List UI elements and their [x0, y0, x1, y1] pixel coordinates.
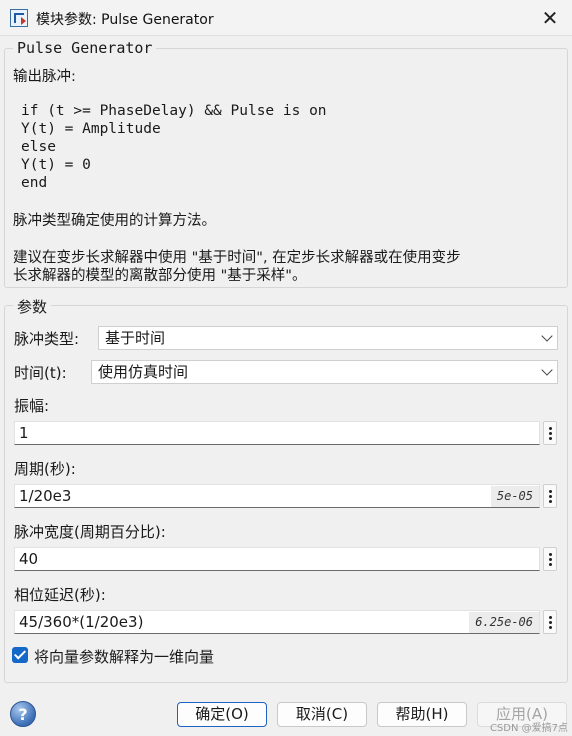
help-icon[interactable]: ? [10, 701, 36, 727]
amplitude-value: 1 [19, 424, 29, 442]
pulse-width-value: 40 [19, 550, 39, 568]
title-bar: 模块参数: Pulse Generator ✕ [0, 0, 572, 36]
phase-delay-evaluated-value: 6.25e-06 [469, 612, 539, 633]
period-menu-button[interactable] [543, 484, 557, 508]
parameters-legend: 参数 [13, 296, 52, 317]
vector-params-label: 将向量参数解释为一维向量 [34, 648, 215, 666]
code-line: if (t >= PhaseDelay) && Pulse is on [21, 103, 327, 119]
close-button[interactable]: ✕ [536, 4, 564, 32]
phase-delay-value: 45/360*(1/20e3) [19, 613, 144, 631]
code-line: Y(t) = Amplitude [21, 121, 161, 137]
phase-delay-input[interactable]: 45/360*(1/20e3) 6.25e-06 [14, 610, 540, 634]
description-legend: Pulse Generator [13, 39, 157, 57]
window-title: 模块参数: Pulse Generator [36, 12, 214, 28]
amplitude-label: 振幅: [14, 397, 50, 415]
period-label: 周期(秒): [14, 460, 76, 478]
vector-params-checkbox[interactable] [12, 647, 28, 663]
ok-button[interactable]: 确定(O) [177, 702, 267, 727]
cancel-button[interactable]: 取消(C) [277, 702, 367, 727]
pulse-width-label: 脉冲宽度(周期百分比): [14, 523, 166, 541]
pulse-type-select[interactable]: 基于时间 [98, 326, 558, 350]
chevron-down-icon [541, 364, 553, 376]
pulse-type-label: 脉冲类型: [14, 330, 80, 348]
pulse-width-input[interactable]: 40 [14, 547, 540, 571]
simulink-block-icon [10, 9, 28, 27]
code-line: else [21, 139, 56, 155]
phase-delay-label: 相位延迟(秒): [14, 586, 106, 604]
code-line: Y(t) = 0 [21, 157, 91, 173]
time-label: 时间(t): [14, 364, 67, 382]
period-input[interactable]: 1/20e3 5e-05 [14, 484, 540, 508]
chevron-down-icon [541, 330, 553, 342]
time-value: 使用仿真时间 [98, 363, 189, 381]
description-group: Pulse Generator 输出脉冲: if (t >= PhaseDela… [4, 39, 568, 288]
pulse-width-menu-button[interactable] [543, 547, 557, 571]
amplitude-input[interactable]: 1 [14, 421, 540, 445]
description-note: 脉冲类型确定使用的计算方法。 [13, 213, 216, 229]
description-recommendation-line2: 长求解器的模型的离散部分使用 "基于采样"。 [13, 268, 307, 284]
amplitude-menu-button[interactable] [543, 421, 557, 445]
help-button[interactable]: 帮助(H) [377, 702, 467, 727]
period-evaluated-value: 5e-05 [490, 486, 539, 507]
code-line: end [21, 175, 48, 191]
period-value: 1/20e3 [19, 487, 72, 505]
watermark: CSDN @爱搞7点 [489, 723, 568, 734]
pulse-type-value: 基于时间 [105, 329, 166, 347]
description-intro: 输出脉冲: [13, 69, 76, 85]
phase-delay-menu-button[interactable] [543, 610, 557, 634]
time-select[interactable]: 使用仿真时间 [91, 360, 558, 384]
